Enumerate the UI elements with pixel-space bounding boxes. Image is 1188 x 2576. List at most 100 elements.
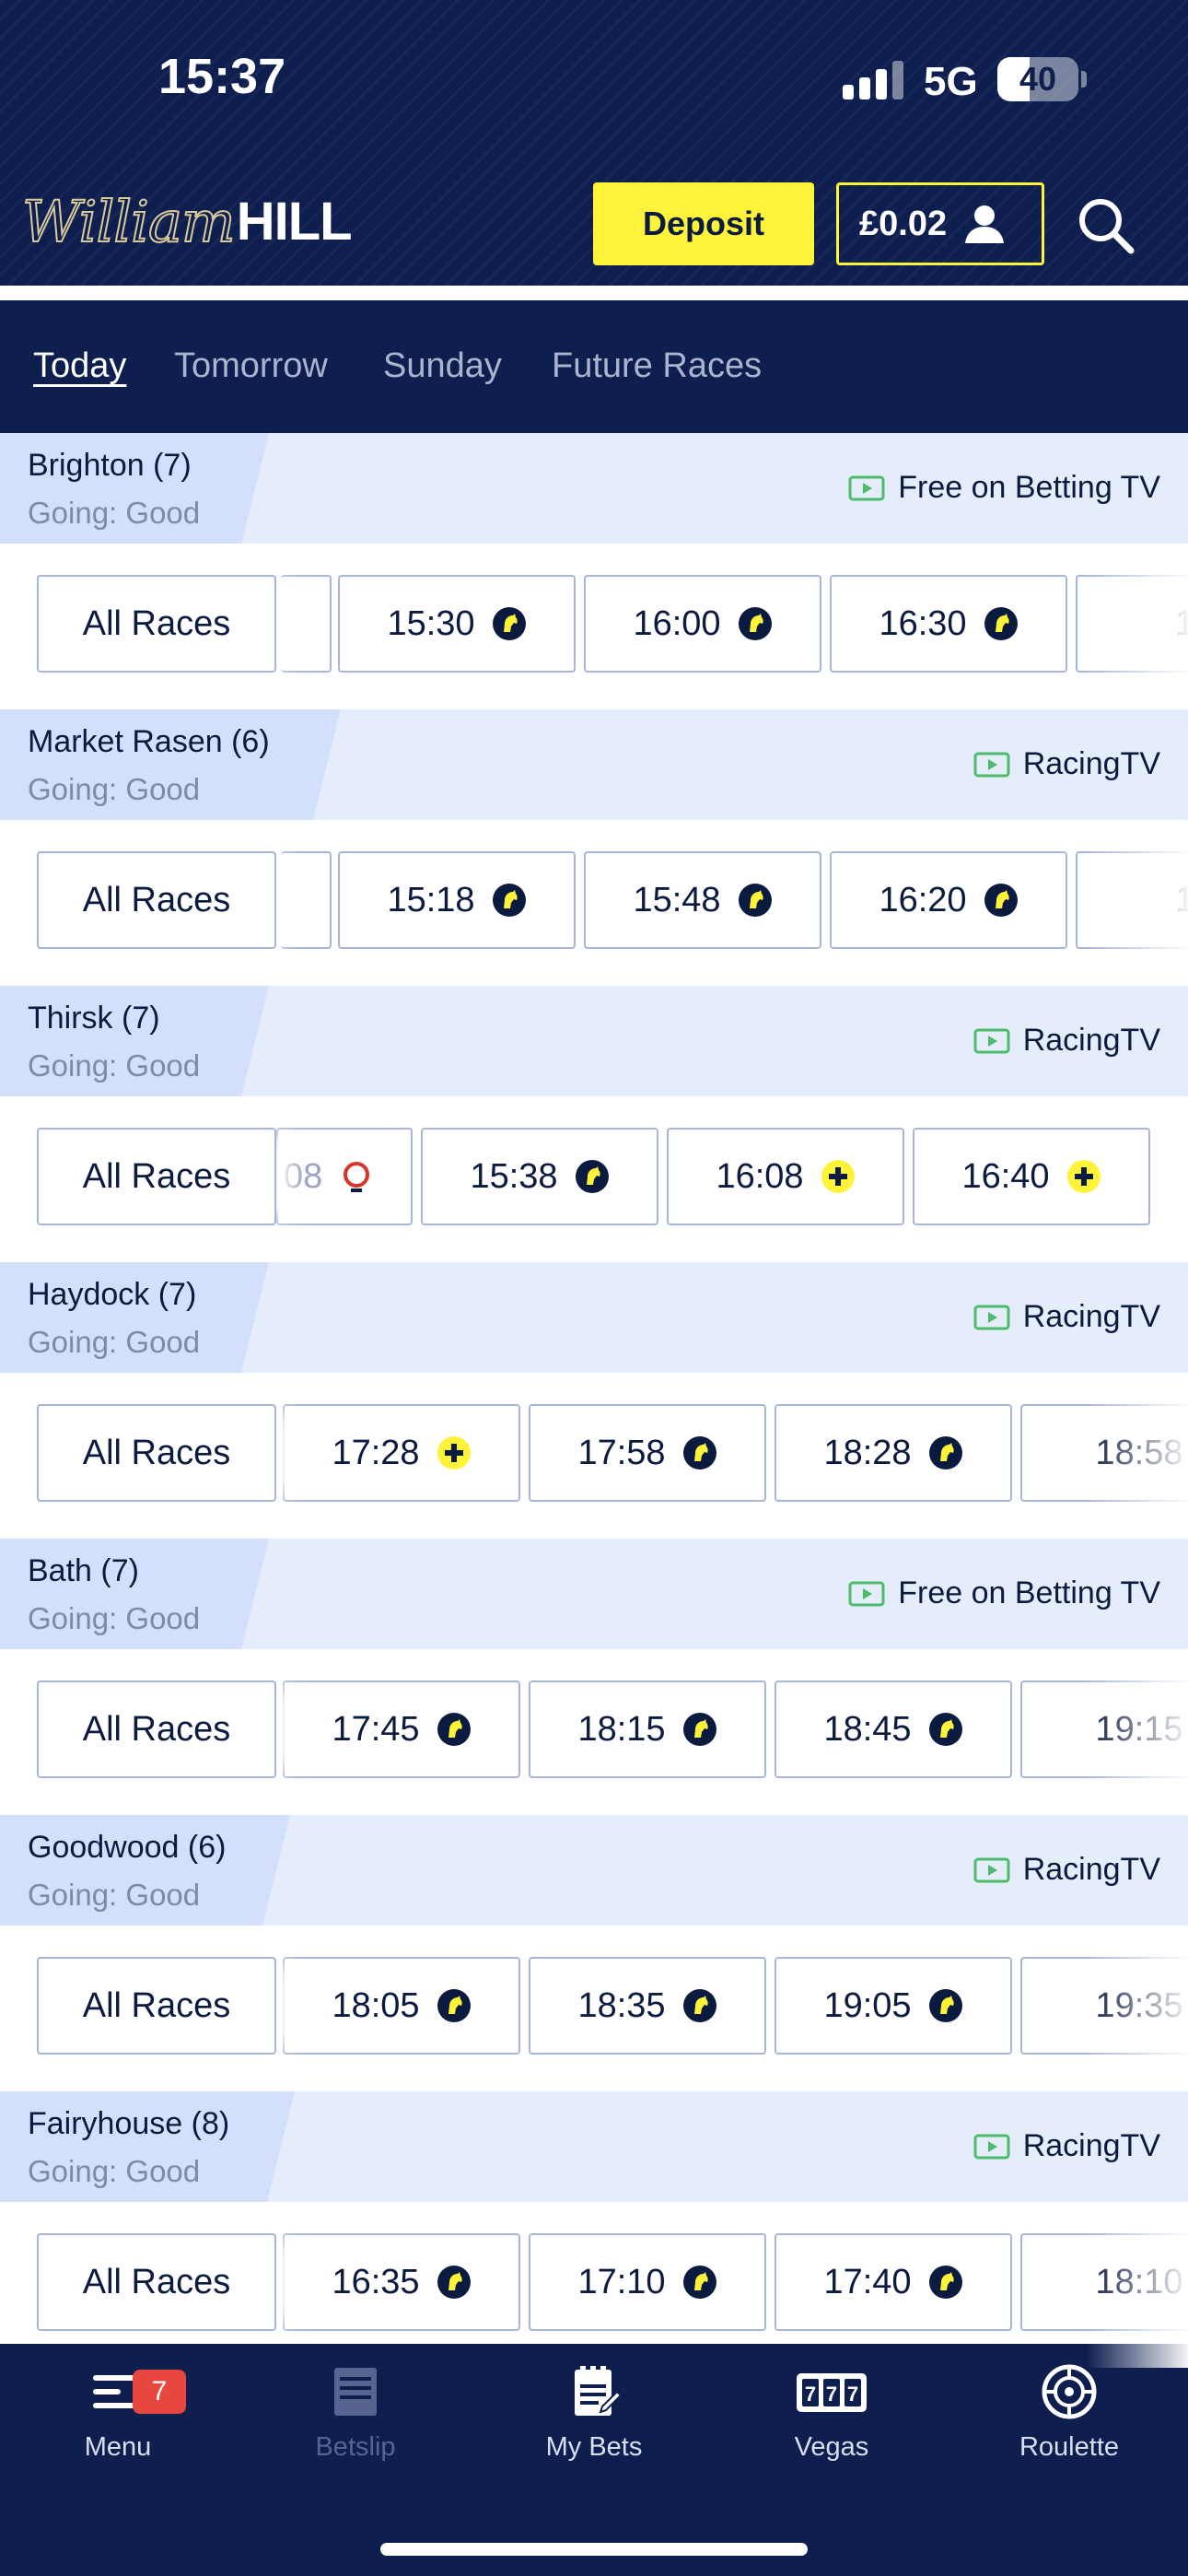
- race-times-row[interactable]: All Races16:3517:1017:4018:10: [0, 2202, 1188, 2368]
- search-icon[interactable]: [1074, 193, 1138, 258]
- meeting-name: Bath (7): [28, 1553, 139, 1588]
- horse-head-icon: [682, 1435, 717, 1470]
- going-status: Going: Good: [28, 772, 201, 806]
- race-time: 15:48: [633, 880, 721, 919]
- nav-menu-label: Menu: [84, 2432, 152, 2462]
- meeting-name: Market Rasen (6): [28, 724, 270, 759]
- battery-level: 40: [1019, 60, 1057, 98]
- tv-play-icon: [973, 1857, 1010, 1882]
- tv-play-icon: [973, 2134, 1010, 2159]
- race-time: 17:45: [332, 1709, 420, 1749]
- user-icon: [965, 205, 1005, 243]
- meeting-name: Haydock (7): [28, 1277, 197, 1312]
- race-time-button[interactable]: 17:28: [283, 1404, 520, 1502]
- meeting-header[interactable]: Market Rasen (6) Going: Good RacingTV: [0, 709, 1188, 820]
- tab-tomorrow[interactable]: Tomorrow: [174, 346, 328, 386]
- race-times-row[interactable]: All Races17:4518:1518:4519:15: [0, 1649, 1188, 1815]
- all-races-button[interactable]: All Races: [37, 2233, 276, 2331]
- all-races-button[interactable]: All Races: [37, 1128, 276, 1225]
- race-time: 15:30: [387, 603, 475, 643]
- tab-future-races[interactable]: Future Races: [552, 346, 762, 386]
- horse-head-icon: [682, 1712, 717, 1747]
- slot-machine-icon: 7 7 7: [797, 2373, 867, 2412]
- race-time-button[interactable]: 16:35: [283, 2233, 520, 2331]
- race-time: 17:40: [823, 2262, 912, 2301]
- nav-vegas[interactable]: 7 7 7 Vegas: [740, 2364, 924, 2463]
- race-time-button[interactable]: 18:28: [775, 1404, 1012, 1502]
- race-time-button[interactable]: 08: [276, 1128, 413, 1225]
- app-header: 15:37 5G 40 William HILL Deposit £0.02: [0, 0, 1188, 286]
- day-tabs: Today Tomorrow Sunday Future Races: [0, 300, 1188, 433]
- race-time: 15:38: [470, 1156, 558, 1196]
- tv-channel[interactable]: RacingTV: [973, 2128, 1160, 2164]
- all-races-button[interactable]: All Races: [37, 1680, 276, 1778]
- race-time-button[interactable]: 17:58: [529, 1404, 766, 1502]
- nav-menu[interactable]: 7 Menu: [26, 2364, 210, 2463]
- tv-channel-label: RacingTV: [1022, 1299, 1160, 1334]
- race-time-button[interactable]: 18:15: [529, 1680, 766, 1778]
- all-races-button[interactable]: All Races: [37, 1957, 276, 2055]
- horse-head-icon: [492, 606, 527, 641]
- race-time-button[interactable]: 15:48: [584, 851, 821, 949]
- deposit-button[interactable]: Deposit: [593, 182, 814, 265]
- race-times-row[interactable]: All Races15:3016:0016:3017: [0, 544, 1188, 709]
- horse-head-icon: [492, 883, 527, 918]
- meeting-name: Brighton (7): [28, 448, 192, 483]
- meeting-header[interactable]: Fairyhouse (8) Going: Good RacingTV: [0, 2091, 1188, 2202]
- all-races-button[interactable]: All Races: [37, 1404, 276, 1502]
- race-time-button[interactable]: [281, 575, 332, 673]
- tv-channel[interactable]: Free on Betting TV: [848, 1575, 1160, 1611]
- nav-roulette[interactable]: Roulette: [977, 2364, 1161, 2463]
- race-time-button[interactable]: 15:18: [338, 851, 576, 949]
- scroll-fade: [1087, 1649, 1188, 1815]
- horse-head-icon: [682, 2265, 717, 2300]
- race-time-button[interactable]: 15:30: [338, 575, 576, 673]
- nav-my-bets[interactable]: My Bets: [502, 2364, 686, 2463]
- tv-channel[interactable]: RacingTV: [973, 1852, 1160, 1888]
- tv-play-icon: [973, 1028, 1010, 1053]
- meeting-header[interactable]: Goodwood (6) Going: Good RacingTV: [0, 1815, 1188, 1926]
- race-time-button[interactable]: 16:30: [830, 575, 1067, 673]
- network-type: 5G: [924, 59, 978, 104]
- race-time-button[interactable]: 17:40: [775, 2233, 1012, 2331]
- race-time-button[interactable]: [281, 851, 332, 949]
- meeting-header[interactable]: Brighton (7) Going: Good Free on Betting T…: [0, 433, 1188, 544]
- tv-channel[interactable]: RacingTV: [973, 1299, 1160, 1335]
- race-times-row[interactable]: All Races17:2817:5818:2818:58: [0, 1373, 1188, 1539]
- william-hill-logo[interactable]: William HILL: [21, 184, 353, 258]
- all-races-button[interactable]: All Races: [37, 851, 276, 949]
- result-icon: [339, 1159, 374, 1194]
- race-time-button[interactable]: 19:05: [775, 1957, 1012, 2055]
- race-time-button[interactable]: 18:05: [283, 1957, 520, 2055]
- home-indicator: [380, 2543, 808, 2556]
- race-time-button[interactable]: 16:40: [913, 1128, 1150, 1225]
- race-time-button[interactable]: 18:35: [529, 1957, 766, 2055]
- race-time: 17:58: [577, 1433, 666, 1472]
- tv-channel[interactable]: RacingTV: [973, 1023, 1160, 1059]
- race-time-button[interactable]: 16:20: [830, 851, 1067, 949]
- tab-sunday[interactable]: Sunday: [383, 346, 502, 386]
- race-time-button[interactable]: 17:10: [529, 2233, 766, 2331]
- race-times-row[interactable]: All Races15:1815:4816:2016: [0, 820, 1188, 986]
- race-time-button[interactable]: 18:45: [775, 1680, 1012, 1778]
- race-times-row[interactable]: All Races18:0518:3519:0519:35: [0, 1926, 1188, 2091]
- battery-icon: 40: [997, 57, 1078, 101]
- race-time-button[interactable]: 15:38: [421, 1128, 658, 1225]
- meeting-header[interactable]: Bath (7) Going: Good Free on Betting TV: [0, 1539, 1188, 1649]
- going-status: Going: Good: [28, 1325, 201, 1359]
- meeting-header[interactable]: Thirsk (7) Going: Good RacingTV: [0, 986, 1188, 1096]
- tv-play-icon: [973, 1305, 1010, 1329]
- race-time-button[interactable]: 16:08: [667, 1128, 904, 1225]
- race-times-row[interactable]: All Races 08 15:38 16:08 16:40: [0, 1096, 1188, 1262]
- tv-channel[interactable]: Free on Betting TV: [848, 470, 1160, 506]
- tv-channel[interactable]: RacingTV: [973, 746, 1160, 782]
- race-time: 17:28: [332, 1433, 420, 1472]
- tab-today[interactable]: Today: [33, 346, 126, 386]
- all-races-button[interactable]: All Races: [37, 575, 276, 673]
- meeting-header[interactable]: Haydock (7) Going: Good RacingTV: [0, 1262, 1188, 1373]
- horse-head-icon: [928, 2265, 963, 2300]
- account-balance-button[interactable]: £0.02: [836, 182, 1044, 265]
- race-time-button[interactable]: 17:45: [283, 1680, 520, 1778]
- race-time-button[interactable]: 16:00: [584, 575, 821, 673]
- nav-betslip[interactable]: Betslip: [263, 2364, 448, 2463]
